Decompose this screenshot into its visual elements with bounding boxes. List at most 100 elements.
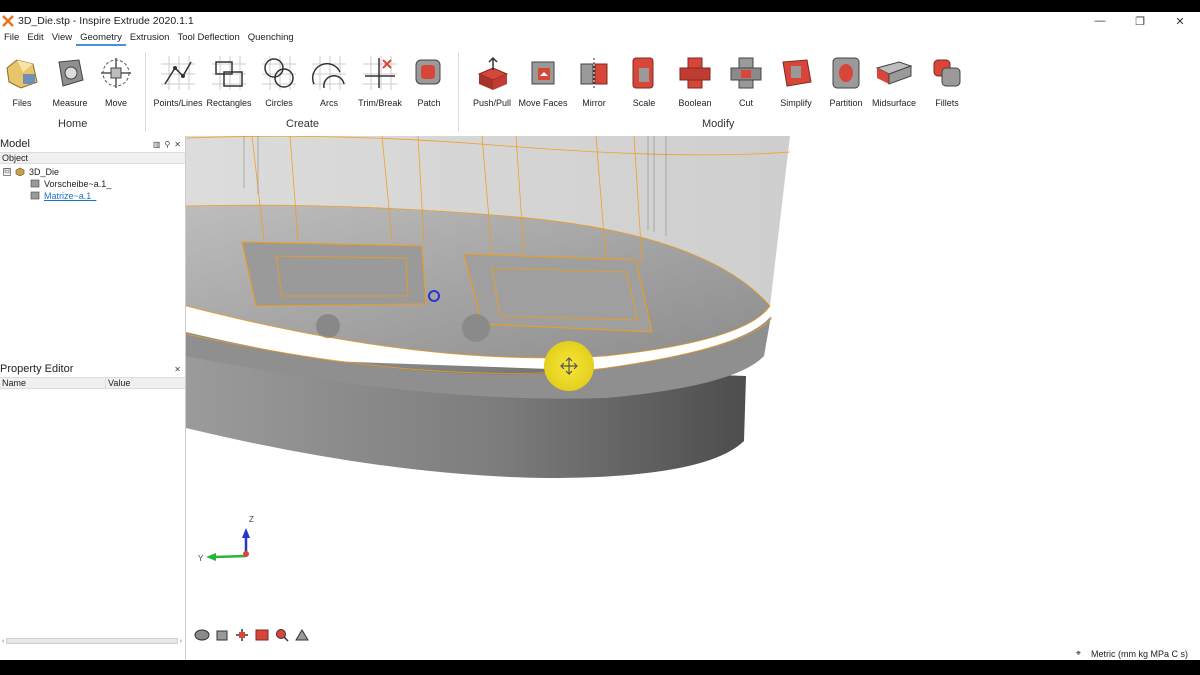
property-panel-title: Property Editor <box>0 363 74 375</box>
menu-extrusion[interactable]: Extrusion <box>126 30 174 46</box>
menu-bar: File Edit View Geometry Extrusion Tool D… <box>0 30 298 46</box>
close-icon[interactable]: ✕ <box>174 140 181 149</box>
scroll-left-icon[interactable]: ‹ <box>2 638 4 645</box>
menu-view[interactable]: View <box>48 30 76 46</box>
points-lines-button[interactable]: Points/Lines <box>150 54 206 110</box>
axis-triad <box>206 528 250 561</box>
move-faces-button[interactable]: Move Faces <box>515 54 571 110</box>
tree-label-root: 3D_Die <box>29 166 60 177</box>
simplify-icon <box>777 54 815 92</box>
midsurface-label: Midsurface <box>871 98 916 108</box>
tree-label-part: Vorscheibe~a.1_ <box>44 178 112 189</box>
fillets-icon <box>928 54 966 92</box>
patch-icon <box>410 54 448 92</box>
boolean-button[interactable]: Boolean <box>667 54 723 110</box>
group-separator <box>458 52 459 132</box>
fillets-button[interactable]: Fillets <box>919 54 975 110</box>
patch-label: Patch <box>417 98 441 108</box>
cut-label: Cut <box>738 98 753 108</box>
view-fit-icon[interactable] <box>254 628 270 642</box>
menu-edit[interactable]: Edit <box>23 30 47 46</box>
push-pull-icon <box>473 54 511 92</box>
die-model-render: Z Y <box>186 136 791 563</box>
simplify-label: Simplify <box>780 98 812 108</box>
measure-label: Measure <box>52 98 88 108</box>
mirror-label: Mirror <box>582 98 606 108</box>
arcs-icon <box>310 54 348 92</box>
group-separator <box>145 52 146 132</box>
window-controls: — ❐ ✕ <box>1080 12 1200 30</box>
move-faces-label: Move Faces <box>518 98 568 108</box>
status-bar: ⌖ Metric (mm kg MPa C s) <box>1076 648 1188 659</box>
rectangles-icon <box>210 54 248 92</box>
rectangles-button[interactable]: Rectangles <box>201 54 257 110</box>
files-icon <box>3 54 41 92</box>
horizontal-scrollbar[interactable]: ‹ › <box>2 637 182 645</box>
push-pull-button[interactable]: Push/Pull <box>464 54 520 110</box>
circles-icon <box>260 54 298 92</box>
model-column-header: Object <box>0 152 185 164</box>
property-column-header: Name Value <box>0 377 185 389</box>
scale-icon <box>625 54 663 92</box>
search-icon[interactable]: ⚲ <box>164 140 170 149</box>
zoom-icon[interactable] <box>274 628 290 642</box>
move-button[interactable]: Move <box>88 54 144 110</box>
trim-break-button[interactable]: Trim/Break <box>352 54 408 110</box>
simplify-button[interactable]: Simplify <box>768 54 824 110</box>
collapse-toggle-icon[interactable]: ⊟ <box>3 167 11 176</box>
points-lines-label: Points/Lines <box>153 98 203 108</box>
column-value: Value <box>108 378 131 388</box>
arcs-label: Arcs <box>320 98 338 108</box>
cut-button[interactable]: Cut <box>718 54 774 110</box>
tree-item-part[interactable]: Matrize~a.1_ <box>0 190 185 201</box>
model-browser-panel: Model ▥ ⚲ ✕ Object ⊟ 3D_Die Vorscheibe~a… <box>0 136 186 361</box>
trim-break-label: Trim/Break <box>358 98 402 108</box>
application-window: 3D_Die.stp - Inspire Extrude 2020.1.1 — … <box>0 12 1200 661</box>
filter-icon[interactable]: ▥ <box>153 140 161 149</box>
patch-button[interactable]: Patch <box>401 54 457 110</box>
maximize-button[interactable]: ❐ <box>1120 12 1160 30</box>
tree-item-part[interactable]: Vorscheibe~a.1_ <box>0 178 185 189</box>
scale-button[interactable]: Scale <box>616 54 672 110</box>
menu-tool-deflection[interactable]: Tool Deflection <box>173 30 243 46</box>
scroll-right-icon[interactable]: › <box>180 638 182 645</box>
tree-item-root[interactable]: ⊟ 3D_Die <box>0 166 185 177</box>
model-panel-title: Model <box>0 138 30 150</box>
files-label: Files <box>12 98 32 108</box>
fillets-label: Fillets <box>935 98 959 108</box>
view-display-icon[interactable] <box>294 628 310 642</box>
mirror-button[interactable]: Mirror <box>566 54 622 110</box>
move-faces-icon <box>524 54 562 92</box>
close-button[interactable]: ✕ <box>1160 12 1200 30</box>
y-axis-label: Y <box>198 554 204 563</box>
part-icon <box>30 179 40 188</box>
property-panel-header: Property Editor ✕ <box>0 361 185 377</box>
push-pull-label: Push/Pull <box>472 98 512 108</box>
menu-geometry[interactable]: Geometry <box>76 30 126 46</box>
letterbox-top <box>0 0 1200 12</box>
circles-button[interactable]: Circles <box>251 54 307 110</box>
minimize-button[interactable]: — <box>1080 12 1120 30</box>
tree-label-part-selected: Matrize~a.1_ <box>44 190 97 201</box>
move-label: Move <box>104 98 127 108</box>
part-icon <box>30 191 40 200</box>
rectangles-label: Rectangles <box>206 98 252 108</box>
view-orbit-icon[interactable] <box>194 628 210 642</box>
menu-quenching[interactable]: Quenching <box>244 30 298 46</box>
close-icon[interactable]: ✕ <box>174 365 181 374</box>
cut-icon <box>727 54 765 92</box>
app-logo-icon <box>2 15 14 27</box>
arcs-button[interactable]: Arcs <box>301 54 357 110</box>
view-section-icon[interactable] <box>234 628 250 642</box>
snap-target-icon[interactable]: ⌖ <box>1076 648 1081 659</box>
scroll-track[interactable] <box>6 638 178 644</box>
property-editor-panel: Property Editor ✕ Name Value ‹ › <box>0 361 186 661</box>
midsurface-icon <box>875 54 913 92</box>
view-cube-icon[interactable] <box>214 628 230 642</box>
3d-viewport[interactable]: Z Y <box>186 136 1200 660</box>
partition-label: Partition <box>829 98 863 108</box>
menu-file[interactable]: File <box>0 30 23 46</box>
unit-system[interactable]: Metric (mm kg MPa C s) <box>1091 649 1188 659</box>
midsurface-button[interactable]: Midsurface <box>866 54 922 110</box>
points-lines-icon <box>159 54 197 92</box>
